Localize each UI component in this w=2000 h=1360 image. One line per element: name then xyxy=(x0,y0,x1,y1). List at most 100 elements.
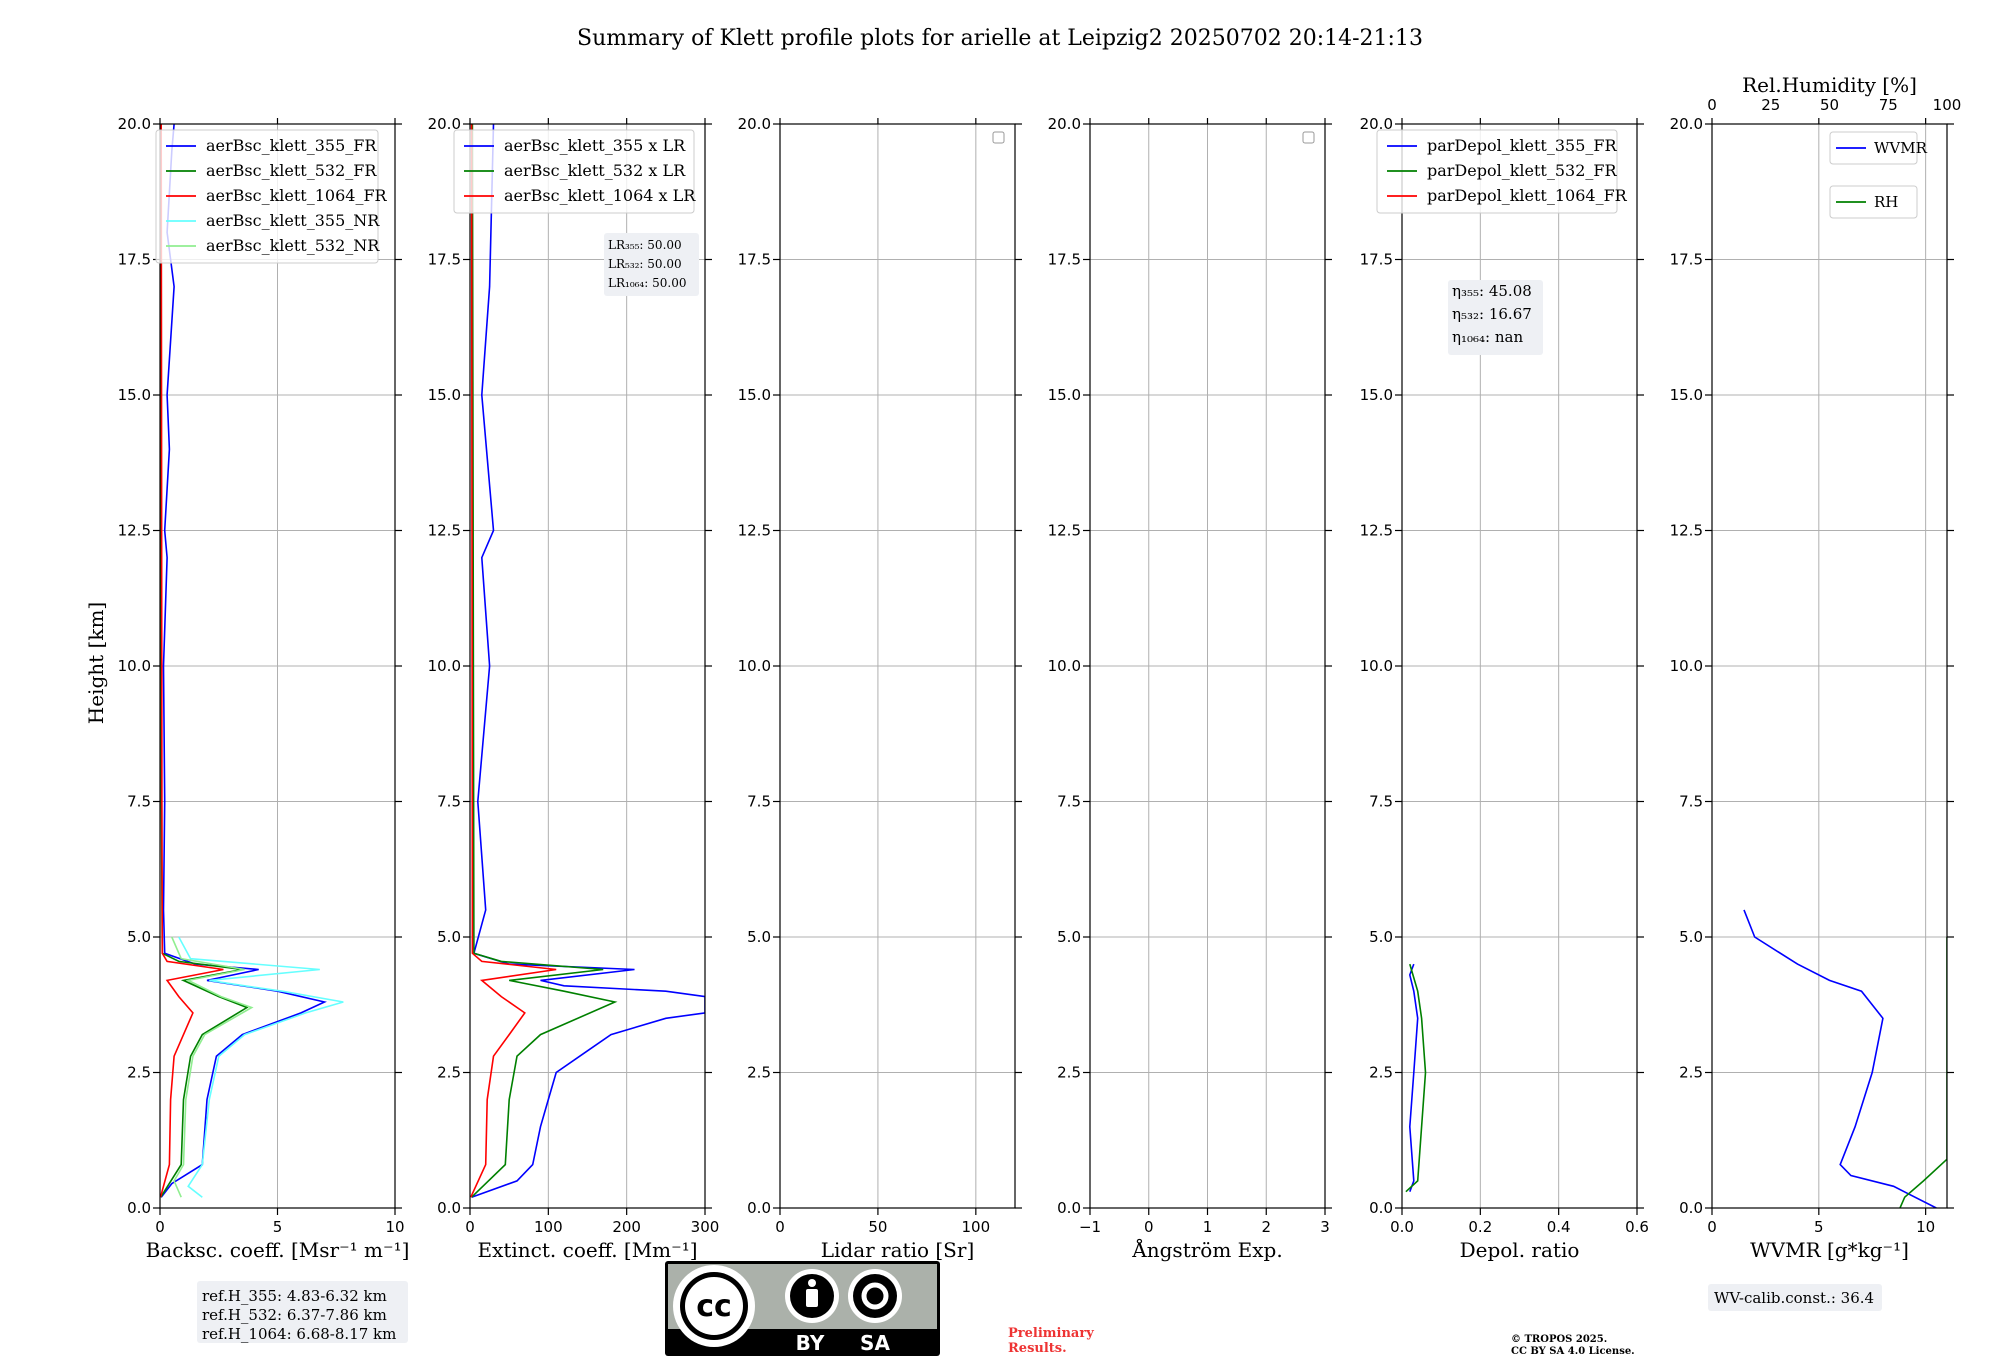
x-tick-label: 10 xyxy=(385,1218,404,1236)
x-tick-label: 0.6 xyxy=(1625,1218,1649,1236)
y-tick-label: 12.5 xyxy=(118,522,151,540)
x-tick-label: 50 xyxy=(868,1218,887,1236)
preliminary-line1: Preliminary xyxy=(1008,1326,1094,1341)
y-tick-label: 12.5 xyxy=(1048,522,1081,540)
y-tick-label: 0.0 xyxy=(437,1199,461,1217)
x-tick-label: 2 xyxy=(1261,1218,1271,1236)
klett-summary-figure: Summary of Klett profile plots for ariel… xyxy=(84,26,1962,1357)
x-tick-label: 100 xyxy=(534,1218,563,1236)
top-x-tick-label: 50 xyxy=(1820,96,1839,114)
ref-heights-box: ref.H_355: 4.83-6.32 km ref.H_532: 6.37-… xyxy=(197,1281,408,1343)
wv-calib-constant: WV-calib.const.: 36.4 xyxy=(1714,1289,1874,1307)
x-tick-label: −1 xyxy=(1079,1218,1101,1236)
panel-3: 0.0 2.5 5.0 7.5 10.0 12.5 15.0 17.5 20.0 0 50 100 Li… xyxy=(738,115,1022,1262)
panel-2: 0.02.55.07.510.012.515.017.520.00 100 200 3… xyxy=(428,115,720,1262)
ref-height-355: ref.H_355: 4.83-6.32 km xyxy=(202,1287,387,1305)
legend-label: aerBsc_klett_355_NR xyxy=(206,211,380,230)
figure-title: Summary of Klett profile plots for ariel… xyxy=(577,26,1423,51)
x-axis-label: Extinct. coeff. [Mm⁻¹] xyxy=(477,1238,697,1262)
x-tick-label: 0.4 xyxy=(1547,1218,1571,1236)
cc-logo-text: cc xyxy=(696,1289,732,1324)
ref-height-532: ref.H_532: 6.37-7.86 km xyxy=(202,1306,387,1324)
y-tick-label: 12.5 xyxy=(428,522,461,540)
license-by: BY xyxy=(796,1331,825,1355)
x-tick-label: 100 xyxy=(962,1218,991,1236)
y-tick-label: 12.5 xyxy=(1360,522,1393,540)
x-tick-label: 200 xyxy=(612,1218,641,1236)
legend-label: RH xyxy=(1874,193,1898,211)
y-tick-label: 2.5 xyxy=(1679,1064,1703,1082)
y-tick-label: 15.0 xyxy=(1048,386,1081,404)
legend-label: parDepol_klett_355_FR xyxy=(1427,136,1618,155)
x-tick-label: 0 xyxy=(1707,1218,1717,1236)
y-tick-label: 7.5 xyxy=(127,793,151,811)
legend-label: aerBsc_klett_1064_FR xyxy=(206,186,388,205)
y-tick-label: 20.0 xyxy=(738,115,771,133)
y-tick-label: 12.5 xyxy=(738,522,771,540)
x-axis-label: Lidar ratio [Sr] xyxy=(821,1238,975,1262)
y-tick-label: 10.0 xyxy=(118,657,151,675)
annotation-text: LR₃₅₅: 50.00 xyxy=(608,238,682,252)
x-tick-label: 5 xyxy=(1814,1218,1824,1236)
cc-by-sa-badge-icon: cc BY SA xyxy=(665,1261,940,1356)
y-tick-label: 12.5 xyxy=(1670,522,1703,540)
series-line-1 xyxy=(1408,963,1419,1192)
license-sa: SA xyxy=(860,1331,890,1355)
legend-label: WVMR xyxy=(1874,139,1928,157)
y-tick-label: 17.5 xyxy=(738,251,771,269)
series-line-2 xyxy=(1405,963,1427,1193)
empty-legend-box xyxy=(992,131,1005,144)
y-tick-label: 5.0 xyxy=(437,928,461,946)
annotation-text: LR₅₃₂: 50.00 xyxy=(608,257,682,271)
y-tick-label: 17.5 xyxy=(1670,251,1703,269)
x-axis-label: WVMR [g*kg⁻¹] xyxy=(1750,1238,1909,1262)
y-tick-label: 7.5 xyxy=(1057,793,1081,811)
top-x-tick-label: 0 xyxy=(1707,96,1717,114)
top-x-tick-label: 75 xyxy=(1879,96,1898,114)
y-tick-label: 2.5 xyxy=(747,1064,771,1082)
panel-5: 0.02.55.07.510.012.515.017.520.00.0 0.2 0.… xyxy=(1360,115,1649,1262)
preliminary-line2: Results. xyxy=(1008,1341,1067,1356)
series-line-2 xyxy=(471,124,618,1198)
y-tick-label: 15.0 xyxy=(118,386,151,404)
x-tick-label: 0 xyxy=(1144,1218,1154,1236)
y-tick-label: 17.5 xyxy=(118,251,151,269)
series-line-1 xyxy=(1743,909,1937,1208)
y-tick-label: 15.0 xyxy=(428,386,461,404)
x-tick-label: 0.0 xyxy=(1390,1218,1414,1236)
y-tick-label: 7.5 xyxy=(437,793,461,811)
ref-height-1064: ref.H_1064: 6.68-8.17 km xyxy=(202,1325,396,1343)
annotation-text: η₁₀₆₄: nan xyxy=(1452,328,1523,346)
y-tick-label: 5.0 xyxy=(127,928,151,946)
y-tick-label: 2.5 xyxy=(437,1064,461,1082)
y-tick-label: 15.0 xyxy=(1360,386,1393,404)
x-axis-label: Ångström Exp. xyxy=(1131,1237,1282,1262)
y-tick-label: 15.0 xyxy=(1670,386,1703,404)
y-tick-label: 7.5 xyxy=(747,793,771,811)
annotation-text: η₃₅₅: 45.08 xyxy=(1452,282,1532,300)
y-tick-label: 10.0 xyxy=(738,657,771,675)
x-tick-label: 10 xyxy=(1916,1218,1935,1236)
y-tick-label: 2.5 xyxy=(127,1064,151,1082)
x-tick-label: 0.2 xyxy=(1468,1218,1492,1236)
y-tick-label: 0.0 xyxy=(1369,1199,1393,1217)
legend-label: parDepol_klett_1064_FR xyxy=(1427,186,1628,205)
annotation-text: LR₁₀₆₄: 50.00 xyxy=(608,276,686,290)
top-x-tick-label: 25 xyxy=(1761,96,1780,114)
y-tick-label: 15.0 xyxy=(738,386,771,404)
x-tick-label: 300 xyxy=(691,1218,720,1236)
legend-label: aerBsc_klett_355_FR xyxy=(206,136,377,155)
y-tick-label: 20.0 xyxy=(1048,115,1081,133)
y-tick-label: 0.0 xyxy=(1679,1199,1703,1217)
x-tick-label: 3 xyxy=(1320,1218,1330,1236)
y-tick-label: 17.5 xyxy=(1048,251,1081,269)
x-tick-label: 0 xyxy=(775,1218,785,1236)
series-line-5 xyxy=(171,936,254,1198)
y-tick-label: 10.0 xyxy=(1670,657,1703,675)
y-tick-label: 17.5 xyxy=(1360,251,1393,269)
wv-calib-box: WV-calib.const.: 36.4 xyxy=(1708,1284,1882,1311)
top-x-tick-label: 100 xyxy=(1933,96,1962,114)
y-tick-label: 0.0 xyxy=(1057,1199,1081,1217)
x-tick-label: 5 xyxy=(273,1218,283,1236)
y-tick-label: 2.5 xyxy=(1057,1064,1081,1082)
